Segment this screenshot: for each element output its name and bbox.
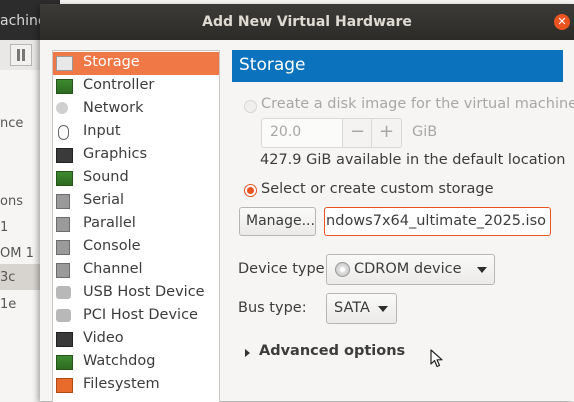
- folder-icon: [56, 378, 73, 393]
- storage-path-value: windows7x64_ultimate_2025.iso: [324, 213, 546, 229]
- hardware-item-usb-host-device[interactable]: USB Host Device: [53, 282, 219, 305]
- hardware-item-label: Parallel: [83, 215, 136, 231]
- hardware-item-label: Channel: [83, 261, 143, 277]
- hardware-item-watchdog[interactable]: Watchdog: [53, 351, 219, 374]
- device-type-label: Device type:: [238, 261, 330, 277]
- hardware-item-label: Graphics: [83, 146, 148, 162]
- mouse-icon: [58, 125, 69, 140]
- section-header: Storage: [232, 50, 563, 82]
- hardware-item-controller[interactable]: Controller: [53, 75, 219, 98]
- create-disk-label: Create a disk image for the virtual mach…: [261, 96, 574, 112]
- hardware-item-video[interactable]: Video: [53, 328, 219, 351]
- video-icon: [56, 332, 73, 347]
- hardware-item-network[interactable]: Network: [53, 98, 219, 121]
- dialog-title: Add New Virtual Hardware: [202, 14, 412, 30]
- hardware-list: Storage Controller Network Input Graphic…: [52, 50, 220, 402]
- background-list-item[interactable]: nce: [0, 116, 23, 131]
- storage-path-input[interactable]: windows7x64_ultimate_2025.iso: [324, 207, 551, 236]
- serial-port-icon: [56, 194, 70, 209]
- hardware-item-label: PCI Host Device: [83, 307, 198, 323]
- bus-type-value: SATA: [334, 300, 370, 316]
- add-hardware-dialog: Add New Virtual Hardware ✕ Storage Contr…: [40, 4, 574, 402]
- hardware-item-label: Input: [83, 123, 121, 139]
- pci-icon: [56, 309, 71, 322]
- minus-icon: −: [349, 121, 366, 142]
- bus-type-select[interactable]: SATA: [326, 293, 397, 324]
- size-unit-label: GiB: [412, 124, 438, 140]
- manage-button[interactable]: Manage...: [239, 207, 316, 236]
- hardware-item-parallel[interactable]: Parallel: [53, 213, 219, 236]
- background-list-item[interactable]: OM 1: [0, 246, 34, 261]
- hardware-item-pci-host-device[interactable]: PCI Host Device: [53, 305, 219, 328]
- chevron-down-icon: [477, 267, 487, 273]
- hardware-item-filesystem[interactable]: Filesystem: [53, 374, 219, 397]
- background-list-item[interactable]: 3c: [0, 270, 15, 285]
- decrease-size-button[interactable]: −: [342, 118, 373, 148]
- cdrom-icon: [335, 262, 350, 277]
- expander-arrow-icon[interactable]: [245, 349, 250, 357]
- disk-size-input[interactable]: 20.0: [261, 118, 344, 148]
- hardware-item-label: Watchdog: [83, 353, 156, 369]
- hardware-item-input[interactable]: Input: [53, 121, 219, 144]
- device-type-select[interactable]: CDROM device: [326, 254, 495, 285]
- hardware-item-label: Console: [83, 238, 141, 254]
- sound-card-icon: [56, 171, 73, 186]
- hardware-item-console[interactable]: Console: [53, 236, 219, 259]
- hardware-item-sound[interactable]: Sound: [53, 167, 219, 190]
- hardware-item-graphics[interactable]: Graphics: [53, 144, 219, 167]
- hardware-item-label: USB Host Device: [83, 284, 205, 300]
- network-icon: [56, 102, 68, 114]
- hardware-item-serial[interactable]: Serial: [53, 190, 219, 213]
- create-disk-radio[interactable]: [244, 100, 257, 113]
- close-icon[interactable]: ✕: [554, 14, 570, 30]
- hardware-item-label: Serial: [83, 192, 125, 208]
- plus-icon: +: [378, 121, 395, 142]
- hardware-item-channel[interactable]: Channel: [53, 259, 219, 282]
- hardware-item-label: Filesystem: [83, 376, 160, 392]
- available-space-text: 427.9 GiB available in the default locat…: [260, 152, 566, 168]
- usb-icon: [56, 286, 71, 299]
- device-type-value: CDROM device: [354, 261, 462, 277]
- hardware-item-label: Controller: [83, 77, 155, 93]
- background-list-item[interactable]: 1e: [0, 297, 16, 312]
- pause-icon[interactable]: [10, 44, 32, 66]
- parallel-port-icon: [56, 217, 70, 232]
- increase-size-button[interactable]: +: [371, 118, 402, 148]
- chevron-down-icon: [378, 306, 388, 312]
- disk-size-value: 20.0: [270, 124, 302, 140]
- custom-storage-radio[interactable]: [244, 184, 257, 197]
- storage-icon: [56, 56, 73, 71]
- console-port-icon: [56, 240, 70, 255]
- bus-type-label: Bus type:: [238, 300, 307, 316]
- controller-icon: [56, 79, 73, 94]
- advanced-options-expander[interactable]: Advanced options: [259, 343, 405, 359]
- manage-button-label: Manage...: [246, 213, 315, 229]
- background-list-item[interactable]: 1: [0, 220, 8, 235]
- hardware-item-label: Storage: [83, 54, 140, 70]
- hardware-item-label: Network: [83, 100, 144, 116]
- custom-storage-label: Select or create custom storage: [261, 181, 494, 197]
- background-list-item[interactable]: ons: [0, 194, 23, 209]
- channel-port-icon: [56, 263, 70, 278]
- monitor-icon: [56, 148, 73, 163]
- mouse-pointer-icon: [430, 349, 443, 368]
- hardware-item-label: Sound: [83, 169, 129, 185]
- section-title: Storage: [239, 55, 306, 75]
- hardware-item-storage[interactable]: Storage: [53, 52, 219, 75]
- hardware-item-label: Video: [83, 330, 124, 346]
- watchdog-icon: [56, 355, 73, 370]
- dialog-titlebar[interactable]: Add New Virtual Hardware ✕: [40, 4, 574, 40]
